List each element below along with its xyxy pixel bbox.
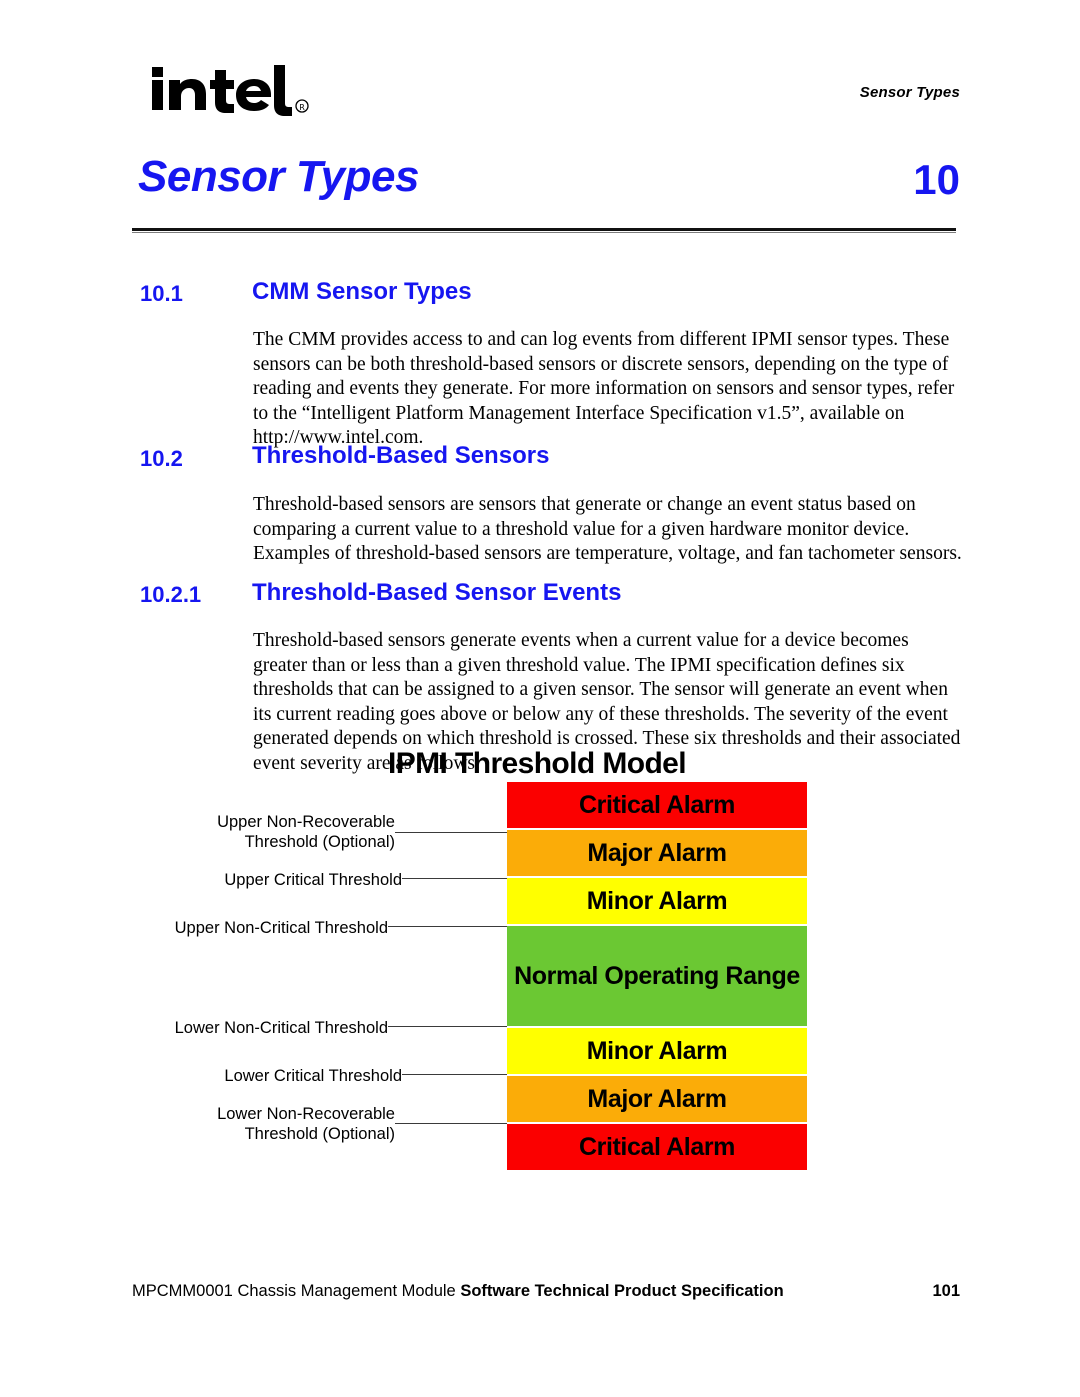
ipmi-threshold-model-figure: IPMI Threshold Model Upper Non-Recoverab…: [130, 742, 960, 1182]
chapter-title: Sensor Types: [138, 152, 419, 201]
threshold-leader-line: [402, 1074, 507, 1075]
threshold-band-label: Critical Alarm: [578, 790, 736, 819]
threshold-label-line1: Lower Critical Threshold: [224, 1067, 402, 1085]
section-number-10-1: 10.1: [140, 281, 183, 306]
footer-document-title: MPCMM0001 Chassis Management Module Soft…: [132, 1282, 784, 1301]
threshold-band-label: Minor Alarm: [586, 886, 728, 915]
footer-page-number: 101: [932, 1282, 960, 1300]
threshold-leader-line: [388, 926, 507, 927]
section-number-10-2: 10.2: [140, 446, 183, 471]
figure-title: IPMI Threshold Model: [388, 747, 687, 780]
threshold-band: Minor Alarm: [507, 878, 807, 924]
chapter-rule-shadow: [132, 232, 956, 233]
threshold-band: Critical Alarm: [507, 1124, 807, 1170]
threshold-band: Major Alarm: [507, 1076, 807, 1122]
threshold-leader-line: [402, 878, 507, 879]
threshold-band-label: Major Alarm: [587, 1084, 727, 1113]
threshold-label-line1: Upper Critical Threshold: [224, 871, 402, 889]
section-heading-10-2-1: Threshold-Based Sensor Events: [252, 579, 622, 606]
threshold-label: Lower Non-Recoverable Threshold (Optional…: [217, 1104, 395, 1144]
threshold-label-line1: Lower Non-Recoverable: [217, 1105, 395, 1123]
threshold-label-line2: Threshold (Optional): [244, 833, 395, 851]
threshold-label: Upper Non-Critical Threshold: [175, 918, 388, 938]
svg-text:R: R: [299, 103, 305, 112]
threshold-band: Minor Alarm: [507, 1028, 807, 1074]
masthead: R Sensor Types: [130, 56, 960, 136]
threshold-band: Major Alarm: [507, 830, 807, 876]
footer-doc-regular: MPCMM0001 Chassis Management Module: [132, 1282, 461, 1300]
intel-logo: R: [150, 62, 310, 124]
threshold-label: Upper Non-Recoverable Threshold (Optional…: [217, 812, 395, 852]
threshold-label: Lower Non-Critical Threshold: [175, 1018, 388, 1038]
threshold-label-line1: Lower Non-Critical Threshold: [174, 1019, 388, 1037]
running-head: Sensor Types: [859, 84, 960, 101]
chapter-rule: [132, 228, 956, 231]
section-heading-10-2: Threshold-Based Sensors: [252, 442, 550, 469]
threshold-leader-line: [395, 1123, 507, 1124]
section-body-10-2: Threshold-based sensors are sensors that…: [253, 494, 962, 565]
threshold-band: Normal Operating Range: [507, 926, 807, 1026]
footer-doc-bold: Software Technical Product Specification: [460, 1282, 784, 1300]
threshold-label: Lower Critical Threshold: [224, 1066, 402, 1086]
threshold-label-line1: Upper Non-Critical Threshold: [174, 919, 388, 937]
threshold-band-group: Critical Alarm Major Alarm Minor Alarm Norm…: [507, 782, 807, 1172]
threshold-label-line1: Upper Non-Recoverable: [217, 813, 395, 831]
threshold-band-label: Normal Operating Range: [514, 961, 800, 990]
threshold-label-group: Upper Non-Recoverable Threshold (Optional…: [130, 782, 507, 1182]
section-heading-10-1: CMM Sensor Types: [252, 278, 472, 305]
threshold-label: Upper Critical Threshold: [224, 870, 402, 890]
document-page: R Sensor Types Sensor Types 10 10.1 CMM …: [0, 0, 1080, 1397]
threshold-label-line2: Threshold (Optional): [244, 1125, 395, 1143]
threshold-band: Critical Alarm: [507, 782, 807, 828]
threshold-band-label: Critical Alarm: [578, 1132, 736, 1161]
chapter-header: Sensor Types 10: [130, 152, 960, 218]
section-body-10-1: The CMM provides access to and can log e…: [253, 329, 955, 449]
page-footer: MPCMM0001 Chassis Management Module Soft…: [130, 1282, 960, 1306]
threshold-leader-line: [395, 832, 507, 833]
section-number-10-2-1: 10.2.1: [140, 582, 202, 607]
threshold-band-label: Minor Alarm: [586, 1036, 728, 1065]
threshold-leader-line: [388, 1026, 507, 1027]
threshold-band-label: Major Alarm: [587, 838, 727, 867]
chapter-number: 10: [913, 156, 960, 203]
